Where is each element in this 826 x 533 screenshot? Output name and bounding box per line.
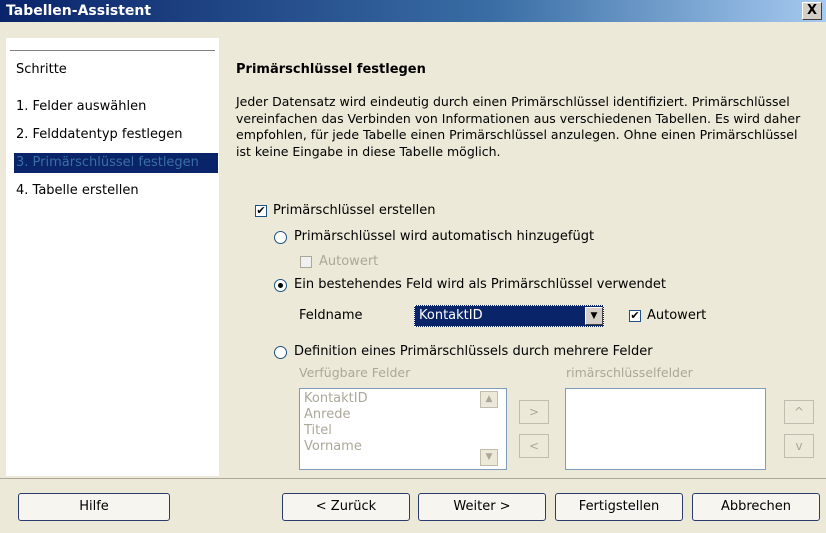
list-item[interactable]: Vorname	[304, 439, 362, 455]
multi-pk-radio[interactable]	[274, 346, 287, 359]
page-heading: Primärschlüssel festlegen	[236, 62, 426, 77]
help-button[interactable]: Hilfe	[18, 493, 170, 521]
autowert-2-checkbox[interactable]: ✔	[629, 310, 641, 322]
move-left-button[interactable]: <	[519, 434, 549, 458]
auto-pk-radio[interactable]	[274, 231, 287, 244]
move-up-button[interactable]: ^	[784, 400, 814, 424]
close-button[interactable]: X	[802, 2, 822, 20]
autowert-2-label: Autowert	[647, 308, 707, 323]
step-3-selected[interactable]: 3. Primärschlüssel festlegen	[14, 153, 218, 173]
cancel-button[interactable]: Abbrechen	[692, 493, 820, 521]
existing-pk-label: Ein bestehendes Feld wird als Primärschl…	[294, 277, 667, 292]
multi-pk-label: Definition eines Primärschlüssels durch …	[294, 344, 653, 359]
radio-dot	[278, 283, 283, 288]
autowert-1-checkbox[interactable]	[300, 256, 312, 268]
steps-panel: Schritte 1. Felder auswählen 2. Felddate…	[6, 38, 219, 476]
chevron-down-icon[interactable]: ▼	[585, 307, 603, 325]
pk-fields-label: rimärschlüsselfelder	[566, 365, 693, 380]
footer-divider	[0, 478, 826, 479]
title-bar: Tabellen-Assistent X	[0, 0, 826, 22]
step-4[interactable]: 4. Tabelle erstellen	[16, 181, 143, 201]
move-right-button[interactable]: >	[519, 400, 549, 424]
next-button[interactable]: Weiter >	[418, 493, 546, 521]
finish-button[interactable]: Fertigstellen	[555, 493, 683, 521]
steps-heading: Schritte	[16, 62, 67, 77]
list-item[interactable]: Anrede	[304, 407, 350, 423]
available-fields-list[interactable]: KontaktID Anrede Titel Vorname ▲ ▼	[299, 388, 507, 470]
move-down-button[interactable]: v	[784, 434, 814, 458]
fieldname-value: KontaktID	[419, 308, 483, 323]
steps-divider	[10, 50, 215, 51]
window-title: Tabellen-Assistent	[6, 3, 152, 19]
list-item[interactable]: Titel	[304, 423, 332, 439]
autowert-1-label: Autowert	[319, 254, 379, 269]
pk-fields-list[interactable]	[565, 388, 766, 470]
create-pk-label: Primärschlüssel erstellen	[273, 203, 436, 218]
existing-pk-radio[interactable]	[274, 279, 287, 292]
back-button[interactable]: < Zurück	[282, 493, 410, 521]
fieldname-combobox[interactable]: KontaktID ▼	[414, 305, 604, 327]
main-panel: Primärschlüssel festlegen Jeder Datensat…	[222, 38, 826, 476]
available-fields-label: Verfügbare Felder	[299, 365, 411, 380]
scroll-down-icon[interactable]: ▼	[480, 449, 498, 466]
step-1[interactable]: 1. Felder auswählen	[16, 97, 150, 117]
list-item[interactable]: KontaktID	[304, 391, 368, 407]
create-pk-checkbox[interactable]: ✔	[255, 205, 267, 217]
auto-pk-label: Primärschlüssel wird automatisch hinzuge…	[294, 229, 595, 244]
page-description: Jeder Datensatz wird eindeutig durch ein…	[236, 94, 801, 159]
scroll-up-icon[interactable]: ▲	[480, 391, 498, 408]
fieldname-label: Feldname	[299, 308, 363, 323]
step-2[interactable]: 2. Felddatentyp festlegen	[16, 125, 186, 145]
